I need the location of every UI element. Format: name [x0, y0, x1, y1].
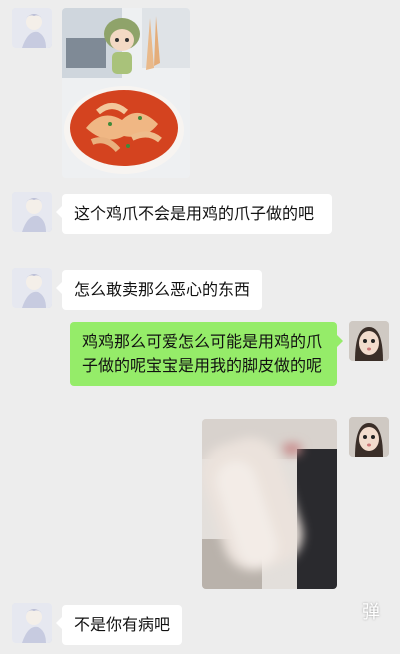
message-text: 鸡鸡那么可爱怎么可能是用鸡的爪子做的呢宝宝是用我的脚皮做的呢: [82, 332, 323, 375]
bubble-tail: [337, 335, 343, 347]
sent-message[interactable]: 鸡鸡那么可爱怎么可能是用鸡的爪子做的呢宝宝是用我的脚皮做的呢: [70, 322, 337, 386]
contact-avatar[interactable]: [12, 268, 52, 308]
my-avatar[interactable]: [349, 417, 389, 457]
danmu-toggle[interactable]: 弹: [362, 598, 380, 624]
food-photo[interactable]: [62, 8, 190, 178]
message-text: 这个鸡爪不会是用鸡的爪子做的吧: [74, 204, 315, 223]
received-message[interactable]: 不是你有病吧: [62, 605, 183, 645]
message-text: 不是你有病吧: [74, 615, 171, 634]
contact-avatar[interactable]: [12, 8, 52, 48]
contact-avatar[interactable]: [12, 192, 52, 232]
received-message[interactable]: 这个鸡爪不会是用鸡的爪子做的吧: [62, 194, 332, 234]
message-text: 怎么敢卖那么恶心的东西: [74, 280, 251, 299]
contact-avatar[interactable]: [12, 603, 52, 643]
blurred-photo[interactable]: [202, 419, 337, 589]
received-message[interactable]: 怎么敢卖那么恶心的东西: [62, 270, 263, 310]
my-avatar[interactable]: [349, 321, 389, 361]
